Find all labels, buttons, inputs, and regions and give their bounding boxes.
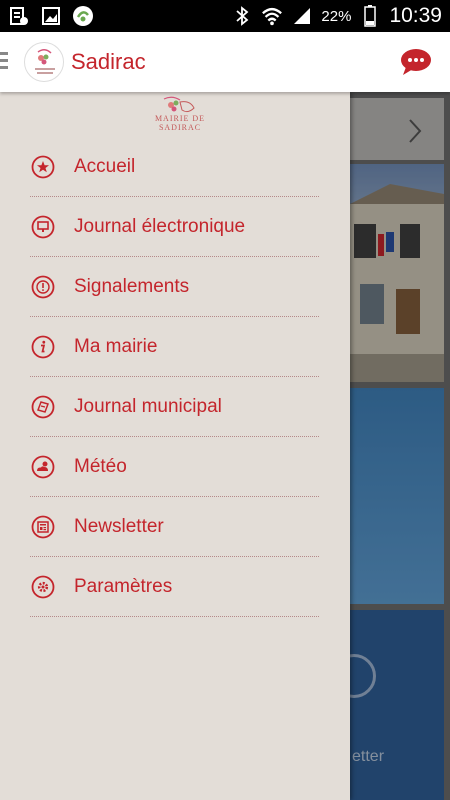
menu-item-label: Accueil bbox=[74, 155, 136, 177]
screen-icon bbox=[31, 215, 55, 239]
newsletter-icon bbox=[31, 515, 55, 539]
menu-item-accueil[interactable]: Accueil bbox=[30, 137, 319, 197]
star-icon bbox=[31, 155, 55, 179]
bluetooth-icon bbox=[231, 5, 253, 27]
menu-item-label: Météo bbox=[74, 455, 127, 477]
battery-icon bbox=[359, 5, 381, 27]
status-bar: 22% 10:39 bbox=[0, 0, 450, 32]
app-title: Sadirac bbox=[71, 49, 146, 74]
drawer-logo-text-line2: SADIRAC bbox=[158, 123, 202, 132]
menu-item-label: Newsletter bbox=[74, 515, 164, 537]
app-bar: Sadirac bbox=[0, 32, 450, 92]
navigation-drawer: MAIRIE DE SADIRAC Accueil Journal électr… bbox=[0, 92, 350, 800]
menu-item-journal-electronique[interactable]: Journal électronique bbox=[30, 197, 319, 257]
menu-item-label: Signalements bbox=[74, 275, 190, 297]
menu-item-meteo[interactable]: Météo bbox=[30, 437, 319, 497]
menu-item-label: Journal municipal bbox=[74, 395, 222, 417]
menu-item-journal-municipal[interactable]: Journal municipal bbox=[30, 377, 319, 437]
sim-icon bbox=[8, 5, 30, 27]
weather-icon bbox=[31, 455, 55, 479]
image-icon bbox=[40, 5, 62, 27]
menu-item-label: Journal électronique bbox=[74, 215, 246, 237]
app-notification-icon bbox=[72, 5, 94, 27]
menu-item-parametres[interactable]: Paramètres bbox=[30, 557, 319, 617]
settings-icon bbox=[31, 575, 55, 599]
menu-item-label: Paramètres bbox=[74, 575, 173, 597]
alert-icon bbox=[31, 275, 55, 299]
drawer-logo-text-line1: MAIRIE DE bbox=[154, 114, 206, 123]
menu-item-newsletter[interactable]: Newsletter bbox=[30, 497, 319, 557]
menu-item-label: Ma mairie bbox=[74, 335, 158, 357]
drawer-menu: Accueil Journal électronique Signalement… bbox=[30, 137, 319, 617]
drawer-logo-text: MAIRIE DE SADIRAC bbox=[148, 114, 212, 132]
menu-item-ma-mairie[interactable]: Ma mairie bbox=[30, 317, 319, 377]
menu-icon[interactable] bbox=[0, 52, 8, 72]
clock: 10:39 bbox=[389, 4, 442, 27]
logo[interactable] bbox=[24, 42, 64, 82]
wifi-icon bbox=[261, 5, 283, 27]
battery-percent: 22% bbox=[321, 7, 352, 25]
newspaper-icon bbox=[31, 395, 55, 419]
chat-icon[interactable] bbox=[400, 48, 432, 76]
menu-item-signalements[interactable]: Signalements bbox=[30, 257, 319, 317]
signal-icon bbox=[291, 5, 313, 27]
info-icon bbox=[31, 335, 55, 359]
